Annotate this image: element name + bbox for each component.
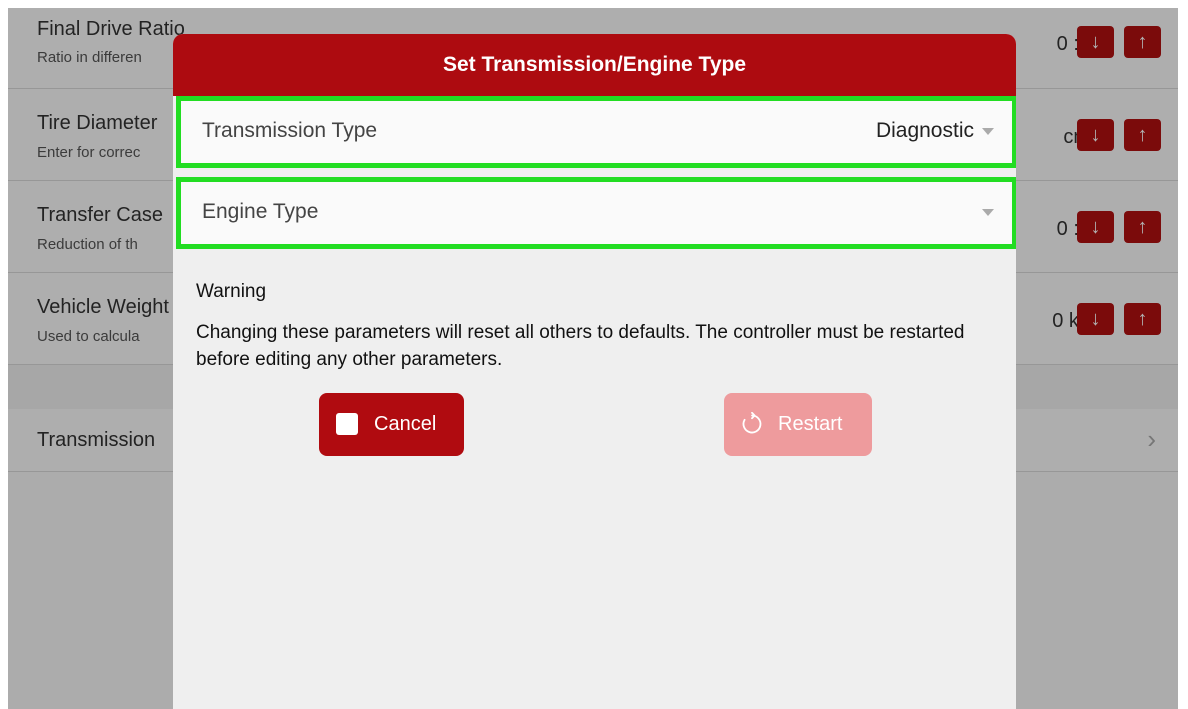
restart-label: Restart (778, 413, 843, 435)
caret-down-icon (982, 128, 994, 135)
warning-text: Changing these parameters will reset all… (196, 322, 965, 370)
refresh-icon (742, 412, 762, 434)
transmission-type-select[interactable]: Transmission Type Diagnostic (176, 96, 1016, 168)
warning-title: Warning (196, 281, 267, 302)
cancel-label: Cancel (374, 413, 437, 435)
dialog-title: Set Transmission/Engine Type (173, 34, 1016, 96)
transmission-type-label: Transmission Type (202, 119, 378, 142)
transmission-type-value: Diagnostic (875, 119, 974, 142)
restart-button[interactable]: Restart (724, 393, 872, 456)
set-type-dialog: Set Transmission/Engine Type Transmissio… (173, 34, 1016, 709)
settings-screen: Final Drive Ratio Ratio in differen 0 :1… (8, 8, 1178, 709)
cancel-button[interactable]: Cancel (319, 393, 464, 456)
engine-type-label: Engine Type (202, 200, 319, 223)
checkbox-icon (336, 413, 358, 435)
engine-type-select[interactable]: Engine Type (176, 177, 1016, 249)
caret-down-icon (982, 209, 994, 216)
